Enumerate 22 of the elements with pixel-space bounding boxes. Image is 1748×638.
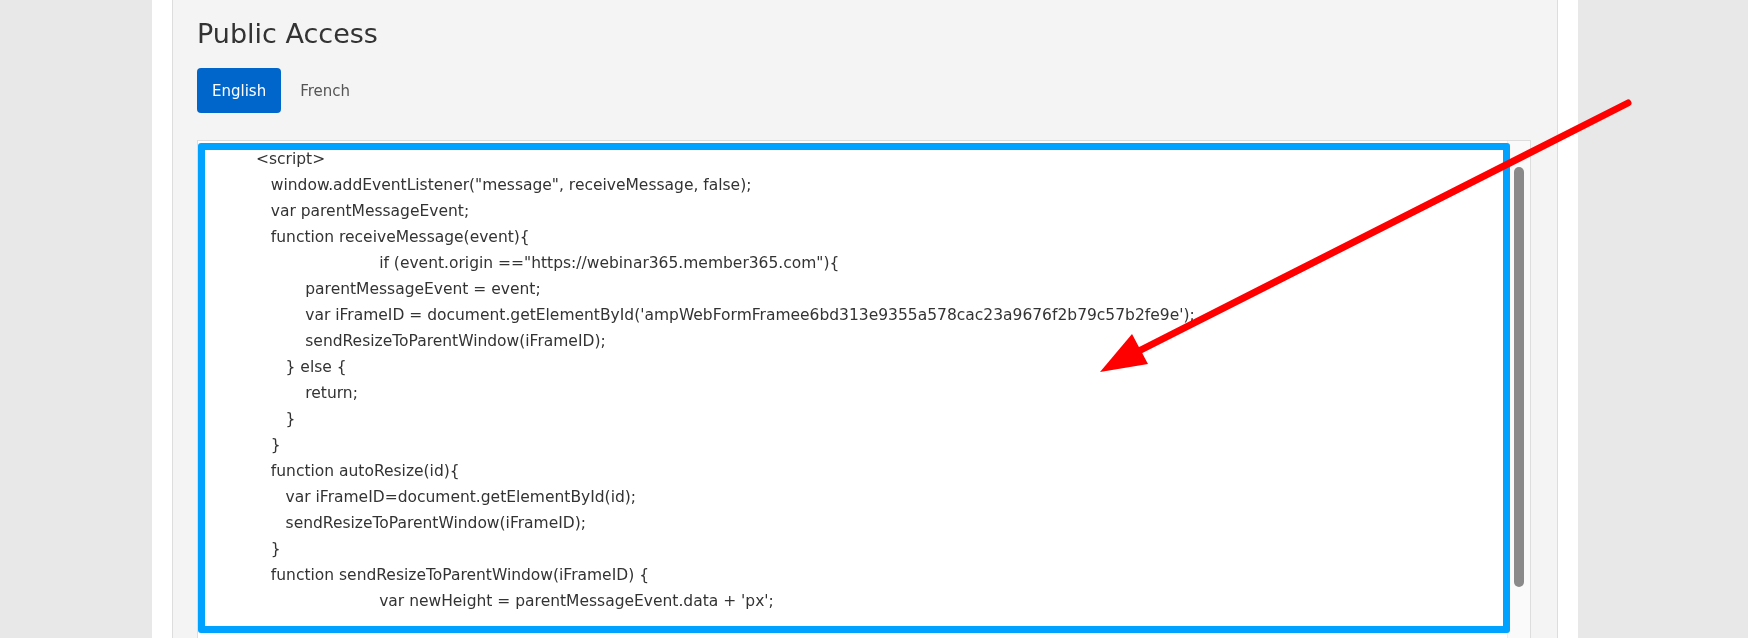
code-line: parentMessageEvent = event; (304, 279, 541, 300)
section-title: Public Access (197, 17, 378, 51)
code-line: } else { (284, 357, 347, 378)
code-line: } (269, 539, 281, 560)
code-line: sendResizeToParentWindow(iFrameID); (284, 513, 586, 534)
code-line: if (event.origin =="https://webinar365.member365.com"){ (378, 253, 840, 274)
language-tab[interactable]: French (285, 68, 366, 113)
code-line: var newHeight = parentMessageEvent.data + 'px'; (378, 591, 774, 612)
code-line: return; (304, 383, 358, 404)
code-line: var iFrameID=document.getElementById(id); (284, 487, 637, 508)
code-line: window.addEventListener("message", receiveMessage, false); (269, 175, 752, 196)
code-line: sendResizeToParentWindow(iFrameID); (304, 331, 606, 352)
code-line: } (284, 409, 296, 430)
code-line: var parentMessageEvent; (269, 201, 470, 222)
code-line: function receiveMessage(event){ (269, 227, 530, 248)
code-line: function autoResize(id){ (269, 461, 460, 482)
scrollbar-thumb[interactable] (1514, 167, 1524, 587)
language-tab[interactable]: English (197, 68, 282, 113)
code-line: function sendResizeToParentWindow(iFrameID) { (269, 565, 649, 586)
code-line: } (269, 435, 281, 456)
code-line: <script> (256, 149, 326, 170)
code-line: var iFrameID = document.getElementById('ampWebFormFramee6bd313e9355a578cac23a9676f2b79c57b2fe9e'); (304, 305, 1195, 326)
